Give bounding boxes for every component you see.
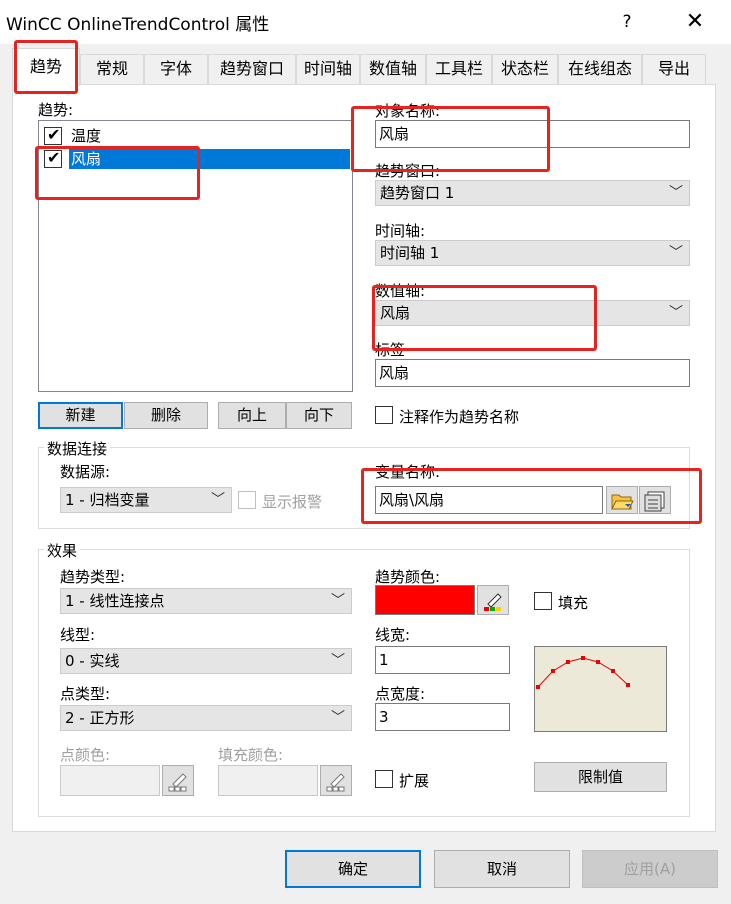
point-color-label: 点颜色:	[60, 746, 111, 764]
delete-button[interactable]: 删除	[124, 402, 208, 429]
checkmark-icon: ✔	[47, 148, 61, 167]
tab-statusbar[interactable]: 状态栏	[492, 54, 558, 84]
extend-label: 扩展	[399, 772, 430, 790]
tag-label: 标签	[375, 341, 406, 359]
value-axis-select[interactable]: 风扇 ﹀	[375, 300, 690, 326]
value-axis-value: 风扇	[380, 304, 411, 322]
variable-name-input[interactable]: 风扇\风扇	[375, 486, 603, 514]
trend-type-select[interactable]: 1 - 线性连接点 ﹀	[60, 588, 352, 614]
point-type-value: 2 - 正方形	[65, 709, 135, 727]
show-alarm-checkbox[interactable]	[238, 491, 256, 509]
tab-toolbar[interactable]: 工具栏	[426, 54, 492, 84]
extend-checkbox[interactable]	[375, 770, 393, 788]
trend-color-swatch[interactable]	[375, 585, 475, 615]
data-source-value: 1 - 归档变量	[65, 491, 150, 509]
fill-color-swatch[interactable]	[218, 765, 318, 796]
line-type-label: 线型:	[60, 626, 96, 644]
help-button[interactable]: ?	[612, 8, 642, 36]
data-source-select[interactable]: 1 - 归档变量 ﹀	[60, 487, 232, 513]
trend-color-label: 趋势颜色:	[375, 568, 441, 586]
point-type-label: 点类型:	[60, 685, 111, 703]
data-connection-title: 数据连接	[44, 438, 111, 459]
data-source-label: 数据源:	[60, 463, 111, 481]
trend-name: 风扇	[69, 149, 350, 169]
variable-properties-button[interactable]	[639, 486, 671, 514]
ok-button[interactable]: 确定	[285, 850, 421, 888]
color-picker-icon	[484, 593, 502, 611]
point-width-label: 点宽度:	[375, 685, 426, 703]
chevron-down-icon: ﹀	[331, 653, 345, 669]
browse-variable-button[interactable]	[606, 486, 638, 514]
time-axis-label: 时间轴:	[375, 222, 426, 240]
effects-title: 效果	[44, 540, 81, 561]
variable-name-label: 变量名称:	[375, 463, 441, 481]
tab-online-config[interactable]: 在线组态	[558, 54, 642, 84]
line-type-value: 0 - 实线	[65, 652, 120, 670]
time-axis-value: 时间轴 1	[380, 244, 440, 262]
chevron-down-icon: ﹀	[669, 305, 683, 321]
value-axis-label: 数值轴:	[375, 282, 426, 300]
fill-checkbox[interactable]	[534, 592, 552, 610]
trends-label: 趋势:	[38, 101, 74, 119]
object-name-input[interactable]: 风扇	[375, 120, 690, 148]
object-name-label: 对象名称:	[375, 102, 441, 120]
window-title: WinCC OnlineTrendControl 属性	[6, 15, 270, 35]
line-width-label: 线宽:	[375, 626, 411, 644]
tab-trend-window[interactable]: 趋势窗口	[208, 54, 296, 84]
trend-name: 温度	[71, 127, 102, 145]
properties-icon	[644, 491, 665, 512]
trend-preview	[534, 646, 667, 732]
fill-label: 填充	[558, 594, 589, 612]
point-type-select[interactable]: 2 - 正方形 ﹀	[60, 705, 352, 731]
tab-export[interactable]: 导出	[642, 54, 706, 84]
fill-color-label: 填充颜色:	[218, 746, 284, 764]
close-button[interactable]: ✕	[676, 6, 714, 38]
line-type-select[interactable]: 0 - 实线 ﹀	[60, 648, 352, 674]
tab-general[interactable]: 常规	[80, 54, 144, 84]
title-bar: WinCC OnlineTrendControl 属性 ? ✕	[0, 0, 731, 44]
trend-type-label: 趋势类型:	[60, 568, 126, 586]
time-axis-select[interactable]: 时间轴 1 ﹀	[375, 240, 690, 266]
move-up-button[interactable]: 向上	[218, 402, 286, 429]
trend-window-select[interactable]: 趋势窗口 1 ﹀	[375, 180, 690, 206]
trends-listbox[interactable]: ✔ 温度 ✔ 风扇	[38, 120, 353, 392]
checkmark-icon: ✔	[47, 125, 61, 144]
trend-checkbox[interactable]: ✔	[44, 148, 62, 168]
move-down-button[interactable]: 向下	[286, 402, 352, 429]
list-item[interactable]: ✔ 风扇	[41, 148, 350, 170]
annotation-as-name-label: 注释作为趋势名称	[399, 408, 520, 426]
trend-window-value: 趋势窗口 1	[380, 184, 455, 202]
cancel-button[interactable]: 取消	[434, 850, 570, 888]
annotation-as-name-checkbox[interactable]	[375, 406, 393, 424]
tab-value-axis[interactable]: 数值轴	[360, 54, 426, 84]
tab-trend[interactable]: 趋势	[12, 48, 80, 86]
tab-font[interactable]: 字体	[144, 54, 208, 84]
show-alarm-label: 显示报警	[262, 493, 323, 511]
list-item[interactable]: ✔ 温度	[41, 125, 350, 147]
chevron-down-icon: ﹀	[211, 492, 225, 508]
line-width-input[interactable]: 1	[375, 646, 510, 674]
chevron-down-icon: ﹀	[669, 245, 683, 261]
chevron-down-icon: ﹀	[669, 185, 683, 201]
trend-checkbox[interactable]: ✔	[44, 125, 62, 145]
point-color-picker-button[interactable]	[162, 765, 194, 796]
folder-open-icon	[611, 494, 634, 510]
color-picker-icon	[168, 773, 187, 792]
trend-window-label: 趋势窗口:	[375, 162, 441, 180]
apply-button[interactable]: 应用(A)	[582, 850, 718, 888]
new-button[interactable]: 新建	[38, 402, 123, 429]
limit-values-button[interactable]: 限制值	[534, 762, 667, 792]
point-width-input[interactable]: 3	[375, 703, 510, 731]
chevron-down-icon: ﹀	[331, 593, 345, 609]
trend-preview-curve	[536, 656, 630, 689]
color-picker-icon	[326, 773, 345, 792]
tab-time-axis[interactable]: 时间轴	[296, 54, 360, 84]
trend-type-value: 1 - 线性连接点	[65, 592, 165, 610]
trend-color-picker-button[interactable]	[477, 585, 509, 615]
chevron-down-icon: ﹀	[331, 710, 345, 726]
fill-color-picker-button[interactable]	[320, 765, 352, 796]
tag-input[interactable]: 风扇	[375, 359, 690, 387]
point-color-swatch[interactable]	[60, 765, 160, 796]
